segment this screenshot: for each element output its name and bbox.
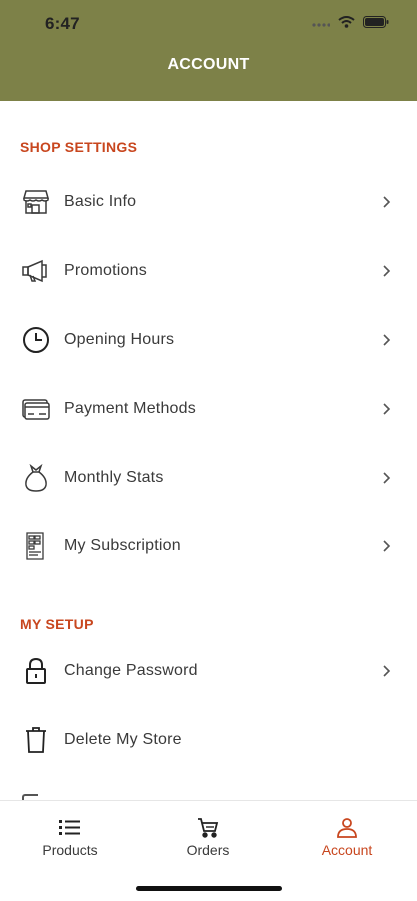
menu-item-label: Change Password — [64, 662, 198, 679]
menu-item-label: My Subscription — [64, 537, 181, 554]
wifi-icon — [338, 16, 355, 28]
trash-icon — [22, 726, 50, 754]
section-title-shop-settings: SHOP SETTINGS — [20, 139, 138, 155]
tab-orders[interactable]: Orders — [158, 817, 258, 858]
menu-item-label: Opening Hours — [64, 331, 175, 348]
receipt-icon — [22, 532, 50, 560]
clock-icon — [22, 326, 50, 354]
lock-icon — [22, 657, 50, 685]
tab-label: Orders — [186, 842, 230, 858]
menu-item-change-password[interactable]: Change Password — [0, 641, 417, 701]
menu-item-promotions[interactable]: Promotions — [0, 241, 417, 301]
tab-label: Products — [42, 842, 98, 858]
megaphone-icon — [22, 257, 50, 285]
chevron-right-icon — [383, 665, 391, 677]
menu-item-label: Payment Methods — [64, 400, 196, 417]
battery-icon — [363, 16, 389, 28]
chevron-right-icon — [383, 403, 391, 415]
menu-item-my-subscription[interactable]: My Subscription — [0, 516, 417, 576]
chevron-right-icon — [383, 196, 391, 208]
home-indicator — [136, 886, 282, 891]
status-time: 6:47 — [45, 14, 80, 33]
tab-account[interactable]: Account — [297, 817, 397, 858]
menu-item-label: Basic Info — [64, 193, 137, 210]
app-header: 6:47 ACCOUNT — [0, 0, 417, 101]
credit-card-icon — [22, 395, 50, 423]
tab-label: Account — [321, 842, 373, 858]
list-icon — [59, 820, 80, 835]
chevron-right-icon — [383, 472, 391, 484]
user-icon — [337, 818, 357, 838]
chevron-right-icon — [383, 265, 391, 277]
menu-item-label: Delete My Store — [64, 731, 182, 748]
chevron-right-icon — [383, 540, 391, 552]
store-icon — [22, 188, 50, 216]
menu-item-label: Monthly Stats — [64, 469, 164, 486]
signal-icon — [312, 23, 330, 27]
money-bag-icon — [22, 464, 50, 492]
menu-item-basic-info[interactable]: Basic Info — [0, 172, 417, 232]
menu-item-monthly-stats[interactable]: Monthly Stats — [0, 448, 417, 508]
menu-item-delete-my-store[interactable]: Delete My Store — [0, 710, 417, 770]
chevron-right-icon — [383, 334, 391, 346]
section-title-my-setup: MY SETUP — [20, 616, 94, 632]
menu-item-label: Promotions — [64, 262, 147, 279]
menu-item-payment-methods[interactable]: Payment Methods — [0, 379, 417, 439]
menu-item-opening-hours[interactable]: Opening Hours — [0, 310, 417, 370]
page-title: ACCOUNT — [167, 56, 250, 73]
status-icons — [312, 16, 389, 28]
tab-products[interactable]: Products — [20, 817, 120, 858]
cart-icon — [198, 818, 219, 838]
